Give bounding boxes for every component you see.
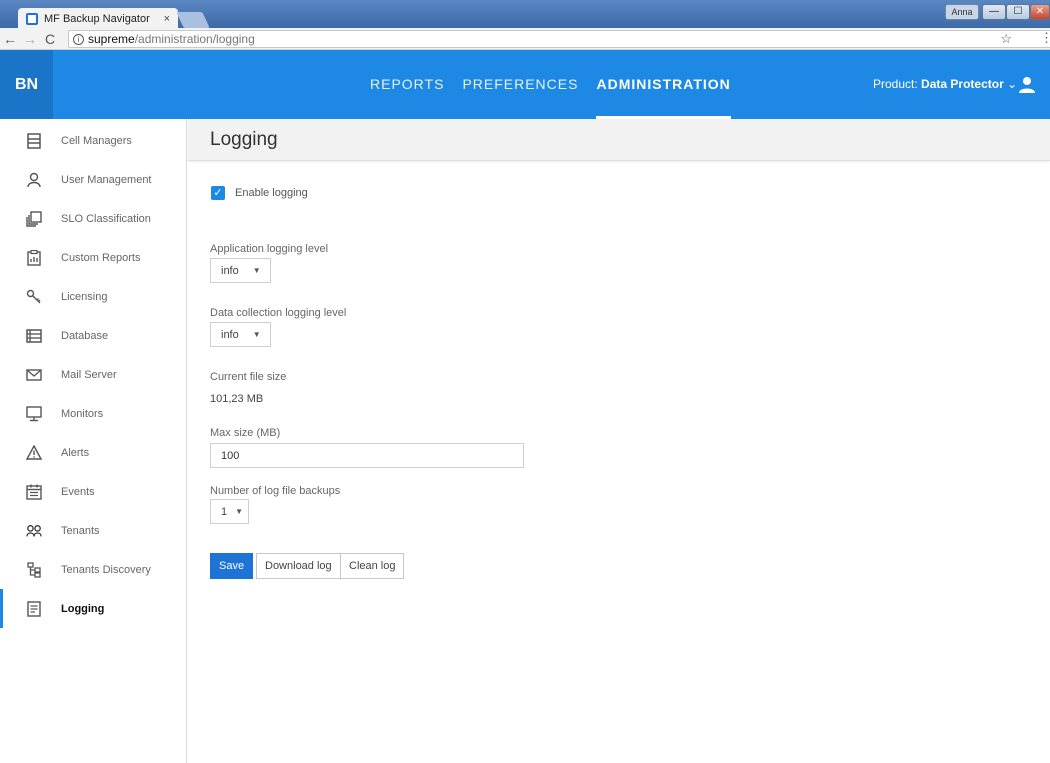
user-account-icon[interactable] bbox=[1018, 76, 1036, 94]
sidebar-item-database[interactable]: Database bbox=[0, 316, 187, 355]
sidebar-item-mail-server[interactable]: Mail Server bbox=[0, 355, 187, 394]
caret-down-icon: ▼ bbox=[252, 330, 261, 339]
data-logging-level-value: info bbox=[221, 328, 239, 341]
back-icon[interactable]: ← bbox=[0, 31, 20, 47]
sidebar-item-label: SLO Classification bbox=[61, 212, 151, 225]
chevron-down-icon: ⌄ bbox=[1007, 77, 1018, 91]
maximize-icon[interactable]: ☐ bbox=[1006, 4, 1030, 20]
forward-icon[interactable]: → bbox=[20, 31, 40, 47]
app-logging-level-select[interactable]: info ▼ bbox=[210, 258, 271, 283]
file-size-value: 101,23 MB bbox=[210, 393, 264, 405]
log-backups-label: Number of log file backups bbox=[210, 485, 341, 497]
sidebar-item-logging[interactable]: Logging bbox=[0, 589, 187, 628]
browser-menu-icon[interactable]: ⋮ bbox=[1040, 30, 1050, 46]
max-size-label: Max size (MB) bbox=[210, 427, 281, 439]
browser-titlebar: MF Backup Navigator × Anna — ☐ ✕ bbox=[0, 0, 1050, 30]
minimize-icon[interactable]: — bbox=[982, 4, 1006, 20]
user-icon bbox=[26, 172, 42, 188]
sidebar-item-alerts[interactable]: Alerts bbox=[0, 433, 187, 472]
sidebar-item-label: Logging bbox=[61, 602, 105, 615]
caret-down-icon: ▼ bbox=[252, 266, 261, 275]
app-logo[interactable]: BN bbox=[0, 50, 53, 119]
server-icon bbox=[26, 132, 42, 149]
url-input[interactable]: i supreme/administration/logging bbox=[68, 30, 1050, 48]
sidebar-item-tenants[interactable]: Tenants bbox=[0, 511, 187, 550]
file-size-label: Current file size bbox=[210, 371, 287, 383]
sidebar-item-custom-reports[interactable]: Custom Reports bbox=[0, 238, 187, 277]
reload-icon[interactable]: C bbox=[40, 31, 60, 47]
sidebar-item-tenants-discovery[interactable]: Tenants Discovery bbox=[0, 550, 187, 589]
top-nav: REPORTS PREFERENCES ADMINISTRATION bbox=[370, 50, 732, 119]
app-favicon-icon bbox=[26, 13, 38, 25]
sidebar-item-label: Custom Reports bbox=[61, 251, 141, 264]
browser-tab[interactable]: MF Backup Navigator × bbox=[18, 8, 178, 30]
product-prefix: Product: bbox=[873, 77, 918, 91]
calendar-icon bbox=[26, 484, 42, 500]
sidebar-item-label: Mail Server bbox=[61, 368, 117, 381]
mail-icon bbox=[26, 367, 42, 383]
sidebar-item-label: Monitors bbox=[61, 407, 104, 420]
app-logging-level-label: Application logging level bbox=[210, 243, 329, 255]
product-selector[interactable]: Product: Data Protector ⌄ bbox=[873, 50, 1017, 119]
max-size-input[interactable] bbox=[210, 443, 524, 468]
sidebar-item-label: Tenants bbox=[61, 524, 100, 537]
url-path: /administration/logging bbox=[134, 32, 255, 46]
log-backups-select[interactable]: 1 ▼ bbox=[210, 499, 249, 524]
sidebar-item-licensing[interactable]: Licensing bbox=[0, 277, 187, 316]
address-bar: ← → C i supreme/administration/logging ☆… bbox=[0, 28, 1050, 50]
enable-logging-checkbox[interactable]: ✓ bbox=[211, 186, 225, 200]
product-value: Data Protector bbox=[921, 77, 1004, 91]
warning-icon bbox=[26, 445, 42, 461]
layers-icon bbox=[26, 210, 42, 227]
window-user-badge[interactable]: Anna bbox=[945, 4, 979, 20]
tab-close-icon[interactable]: × bbox=[164, 13, 170, 25]
bookmark-star-icon[interactable]: ☆ bbox=[1000, 31, 1012, 47]
caret-down-icon: ▼ bbox=[235, 507, 244, 516]
close-window-icon[interactable]: ✕ bbox=[1030, 4, 1050, 20]
data-logging-level-select[interactable]: info ▼ bbox=[210, 322, 271, 347]
sidebar-item-label: Cell Managers bbox=[61, 134, 132, 147]
url-host: supreme bbox=[88, 32, 135, 46]
tree-icon bbox=[26, 561, 42, 578]
tab-title: MF Backup Navigator bbox=[44, 13, 150, 25]
page-title: Logging bbox=[210, 129, 278, 150]
clean-log-button[interactable]: Clean log bbox=[340, 553, 405, 579]
database-icon bbox=[26, 328, 42, 344]
sidebar-item-label: Alerts bbox=[61, 446, 90, 459]
report-icon bbox=[26, 249, 42, 266]
sidebar-item-monitors[interactable]: Monitors bbox=[0, 394, 187, 433]
sidebar-item-label: User Management bbox=[61, 173, 152, 186]
info-icon[interactable]: i bbox=[73, 33, 84, 45]
sidebar-item-label: Tenants Discovery bbox=[61, 563, 151, 576]
sidebar: Cell Managers User Management SLO Classi… bbox=[0, 119, 187, 763]
sidebar-item-events[interactable]: Events bbox=[0, 472, 187, 511]
sidebar-item-slo-classification[interactable]: SLO Classification bbox=[0, 199, 187, 238]
monitor-icon bbox=[26, 405, 42, 422]
nav-preferences[interactable]: PREFERENCES bbox=[462, 50, 578, 119]
sidebar-item-label: Events bbox=[61, 485, 95, 498]
nav-administration[interactable]: ADMINISTRATION bbox=[596, 50, 732, 119]
key-icon bbox=[26, 289, 42, 305]
data-logging-level-label: Data collection logging level bbox=[210, 307, 347, 319]
download-log-button[interactable]: Download log bbox=[256, 553, 341, 579]
sidebar-item-cell-managers[interactable]: Cell Managers bbox=[0, 121, 187, 160]
app-header: BN REPORTS PREFERENCES ADMINISTRATION Pr… bbox=[0, 50, 1050, 119]
page-header: Logging bbox=[188, 119, 1050, 161]
sidebar-item-user-management[interactable]: User Management bbox=[0, 160, 187, 199]
sidebar-item-label: Database bbox=[61, 329, 109, 342]
sidebar-item-label: Licensing bbox=[61, 290, 108, 303]
log-icon bbox=[26, 600, 42, 617]
log-backups-value: 1 bbox=[221, 505, 228, 518]
save-button[interactable]: Save bbox=[210, 553, 254, 579]
enable-logging-label[interactable]: Enable logging bbox=[235, 187, 308, 199]
group-icon bbox=[26, 523, 42, 539]
new-tab-button[interactable] bbox=[176, 12, 210, 28]
app-logging-level-value: info bbox=[221, 264, 239, 277]
nav-reports[interactable]: REPORTS bbox=[370, 50, 444, 119]
